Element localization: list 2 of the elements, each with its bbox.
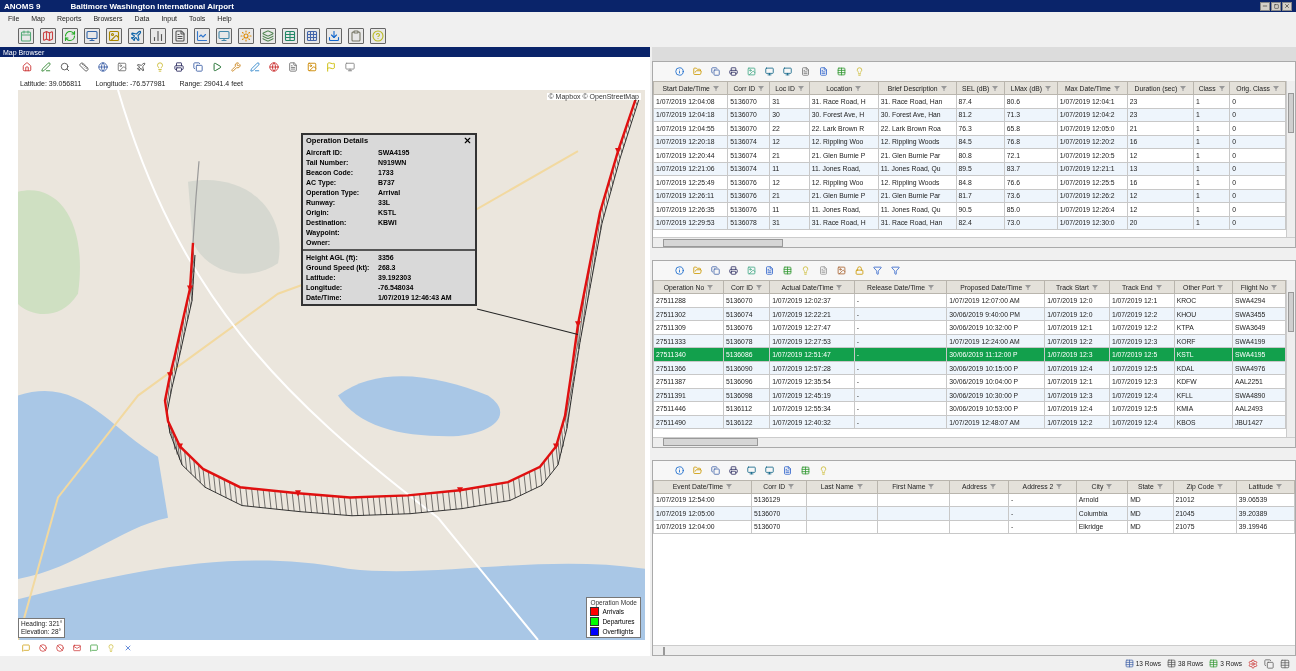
app-title: ANOMS 9 <box>4 1 41 11</box>
airport-title: Baltimore Washington International Airport <box>70 1 234 11</box>
